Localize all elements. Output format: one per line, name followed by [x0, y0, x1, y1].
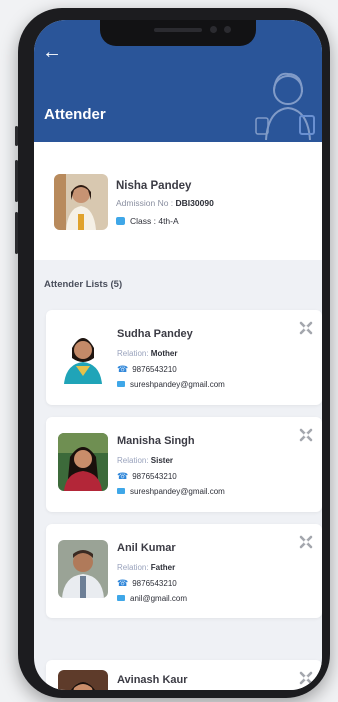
mail-icon	[117, 488, 125, 494]
attender-relation: Relation: Father	[117, 563, 176, 572]
attender-email: sureshpandey@gmail.com	[117, 380, 225, 389]
class-icon	[116, 217, 125, 225]
attender-phone: ☎ 9876543210	[117, 471, 177, 481]
student-class: Class : 4th-A	[116, 216, 179, 226]
back-arrow-icon[interactable]: ←	[42, 42, 62, 62]
attender-avatar	[58, 326, 108, 384]
phone-icon: ☎	[117, 578, 129, 588]
phone-screen: ← Attender Nisha Pandey Admission No : D…	[34, 20, 322, 690]
attender-avatar	[58, 670, 108, 690]
attender-name: Avinash Kaur	[117, 674, 188, 686]
attender-name: Sudha Pandey	[117, 328, 193, 340]
attender-card[interactable]: Avinash Kaur	[46, 660, 322, 690]
attender-list-heading: Attender Lists (5)	[44, 279, 123, 290]
student-avatar	[54, 174, 108, 230]
attender-card[interactable]: Anil Kumar Relation: Father ☎ 9876543210 …	[46, 524, 322, 618]
attender-avatar	[58, 433, 108, 491]
remove-attender-icon[interactable]	[298, 534, 314, 550]
attender-email: anil@gmail.com	[117, 594, 187, 603]
teacher-illustration-icon	[255, 72, 315, 140]
admission-number: Admission No : DBI30090	[116, 198, 214, 208]
mail-icon	[117, 381, 125, 387]
remove-attender-icon[interactable]	[298, 427, 314, 443]
attender-relation: Relation: Mother	[117, 349, 178, 358]
attender-phone: ☎ 9876543210	[117, 364, 177, 374]
attender-card[interactable]: Sudha Pandey Relation: Mother ☎ 987654321…	[46, 310, 322, 405]
volume-down-button	[15, 212, 18, 254]
student-name: Nisha Pandey	[116, 180, 192, 192]
phone-icon: ☎	[117, 471, 129, 481]
attender-name: Manisha Singh	[117, 435, 195, 447]
attender-card[interactable]: Manisha Singh Relation: Sister ☎ 98765432…	[46, 417, 322, 512]
phone-icon: ☎	[117, 364, 129, 374]
remove-attender-icon[interactable]	[298, 670, 314, 686]
mail-icon	[117, 595, 125, 601]
app-header: ← Attender	[34, 20, 322, 142]
student-info-card: Nisha Pandey Admission No : DBI30090 Cla…	[34, 142, 322, 260]
attender-relation: Relation: Sister	[117, 456, 174, 465]
volume-up-button	[15, 160, 18, 202]
page-title: Attender	[44, 106, 106, 123]
attender-email: sureshpandey@gmail.com	[117, 487, 225, 496]
phone-notch	[100, 20, 256, 46]
remove-attender-icon[interactable]	[298, 320, 314, 336]
attender-phone: ☎ 9876543210	[117, 578, 177, 588]
attender-name: Anil Kumar	[117, 542, 176, 554]
attender-avatar	[58, 540, 108, 598]
side-button	[15, 126, 18, 146]
